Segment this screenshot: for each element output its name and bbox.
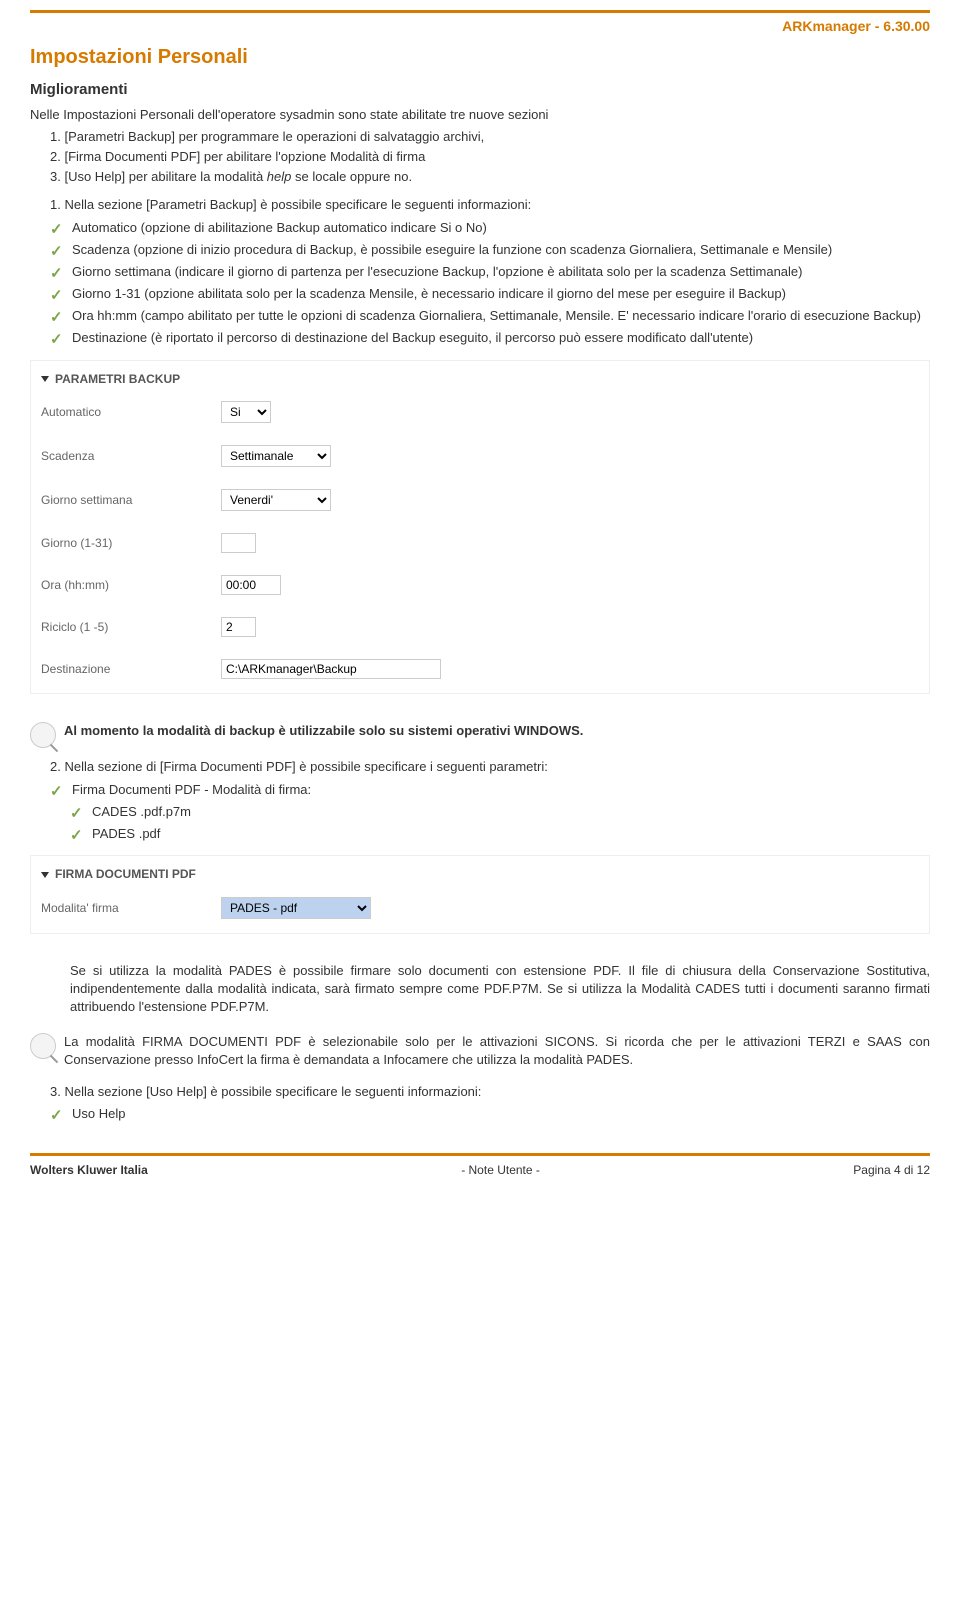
check-item: Ora hh:mm (campo abilitato per tutte le … xyxy=(50,307,930,325)
chevron-down-icon xyxy=(41,872,49,878)
numbered-item: 3. [Uso Help] per abilitare la modalità … xyxy=(50,168,930,186)
product-header: ARKmanager - 6.30.00 xyxy=(30,17,930,37)
panel-header[interactable]: PARAMETRI BACKUP xyxy=(41,371,929,388)
giorno-131-input[interactable] xyxy=(221,533,256,553)
check-item: Scadenza (opzione di inizio procedura di… xyxy=(50,241,930,259)
check-list-2: Firma Documenti PDF - Modalità di firma: xyxy=(50,781,930,799)
footer-right: Pagina 4 di 12 xyxy=(853,1162,930,1179)
giorno-settimana-select[interactable]: Venerdi' xyxy=(221,489,331,511)
parametri-backup-panel: PARAMETRI BACKUP Automatico Si Scadenza … xyxy=(30,360,930,695)
section-title: Impostazioni Personali xyxy=(30,43,930,71)
row-scadenza: Scadenza Settimanale xyxy=(41,445,929,467)
note-2: La modalità FIRMA DOCUMENTI PDF è selezi… xyxy=(30,1033,930,1073)
destinazione-input[interactable] xyxy=(221,659,441,679)
modalita-firma-select[interactable]: PADES - pdf xyxy=(221,897,371,919)
check-list-1: Automatico (opzione di abilitazione Back… xyxy=(50,219,930,348)
row-riciclo: Riciclo (1 -5) xyxy=(41,617,929,637)
panel-header[interactable]: FIRMA DOCUMENTI PDF xyxy=(41,866,929,883)
section-subtitle: Miglioramenti xyxy=(30,79,930,100)
numbered-list: 1. [Parametri Backup] per programmare le… xyxy=(50,128,930,187)
magnifier-icon xyxy=(30,1033,56,1059)
row-automatico: Automatico Si xyxy=(41,401,929,423)
automatico-select[interactable]: Si xyxy=(221,401,271,423)
check-item: CADES .pdf.p7m xyxy=(70,803,930,821)
row-modalita-firma: Modalita' firma PADES - pdf xyxy=(41,897,929,919)
ora-input[interactable] xyxy=(221,575,281,595)
row-ora: Ora (hh:mm) xyxy=(41,575,929,595)
note-2-text: La modalità FIRMA DOCUMENTI PDF è selezi… xyxy=(64,1033,930,1069)
check-item: PADES .pdf xyxy=(70,825,930,843)
row-giorno-settimana: Giorno settimana Venerdi' xyxy=(41,489,929,511)
page-footer: Wolters Kluwer Italia - Note Utente - Pa… xyxy=(30,1153,930,1179)
scadenza-select[interactable]: Settimanale xyxy=(221,445,331,467)
check-list-2-nested: CADES .pdf.p7m PADES .pdf xyxy=(70,803,930,843)
panel-title: PARAMETRI BACKUP xyxy=(55,371,180,388)
check-item: Uso Help xyxy=(50,1105,930,1123)
firma-documenti-panel: FIRMA DOCUMENTI PDF Modalita' firma PADE… xyxy=(30,855,930,934)
check-item: Firma Documenti PDF - Modalità di firma: xyxy=(50,781,930,799)
row-destinazione: Destinazione xyxy=(41,659,929,679)
chevron-down-icon xyxy=(41,376,49,382)
check-item: Destinazione (è riportato il percorso di… xyxy=(50,329,930,347)
panel-title: FIRMA DOCUMENTI PDF xyxy=(55,866,196,883)
intro-text: Nelle Impostazioni Personali dell'operat… xyxy=(30,106,930,124)
lead-1: 1. Nella sezione [Parametri Backup] è po… xyxy=(50,196,930,214)
note-1-text: Al momento la modalità di backup è utili… xyxy=(64,722,930,740)
numbered-item: 1. [Parametri Backup] per programmare le… xyxy=(50,128,930,146)
check-list-3: Uso Help xyxy=(50,1105,930,1123)
lead-3: 3. Nella sezione [Uso Help] è possibile … xyxy=(50,1083,930,1101)
lead-2: 2. Nella sezione di [Firma Documenti PDF… xyxy=(50,758,930,776)
row-giorno-131: Giorno (1-31) xyxy=(41,533,929,553)
footer-left: Wolters Kluwer Italia xyxy=(30,1162,148,1179)
numbered-item: 2. [Firma Documenti PDF] per abilitare l… xyxy=(50,148,930,166)
check-item: Giorno 1-31 (opzione abilitata solo per … xyxy=(50,285,930,303)
top-rule xyxy=(30,10,930,13)
note-1: Al momento la modalità di backup è utili… xyxy=(30,722,930,748)
check-item: Giorno settimana (indicare il giorno di … xyxy=(50,263,930,281)
riciclo-input[interactable] xyxy=(221,617,256,637)
footer-center: - Note Utente - xyxy=(461,1162,540,1179)
pades-paragraph: Se si utilizza la modalità PADES è possi… xyxy=(70,962,930,1017)
magnifier-icon xyxy=(30,722,56,748)
check-item: Automatico (opzione di abilitazione Back… xyxy=(50,219,930,237)
